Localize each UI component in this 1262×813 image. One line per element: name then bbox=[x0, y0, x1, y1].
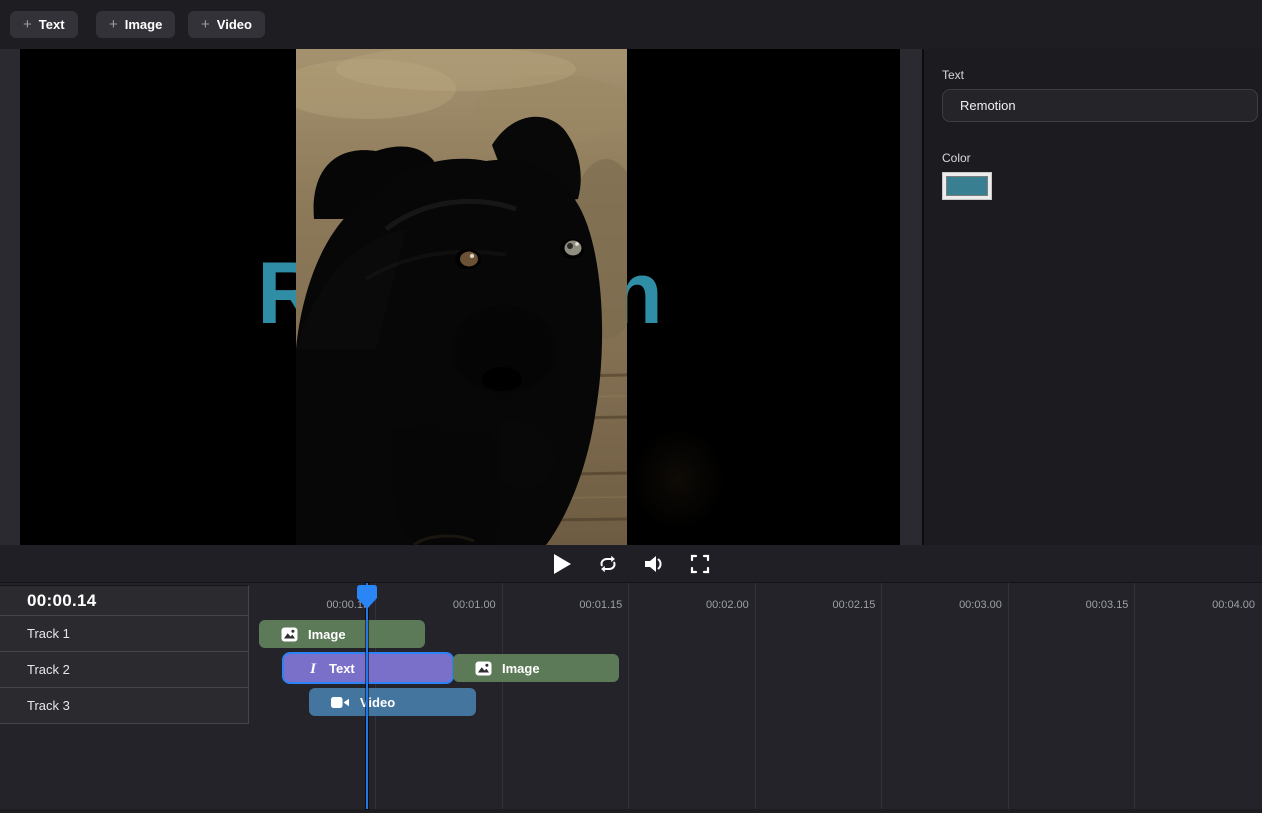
play-icon bbox=[552, 553, 572, 575]
composition-canvas: Remotion bbox=[20, 49, 900, 545]
fullscreen-button[interactable] bbox=[687, 551, 713, 577]
volume-icon bbox=[643, 553, 665, 575]
timeline-scrollbar-track[interactable] bbox=[0, 809, 1262, 813]
plus-icon: + bbox=[109, 16, 118, 33]
svg-text:I: I bbox=[309, 661, 317, 676]
add-text-label: Text bbox=[39, 17, 65, 32]
clip-label: Text bbox=[329, 661, 355, 676]
plus-icon: + bbox=[201, 16, 210, 33]
gridline bbox=[628, 583, 629, 809]
track-label-3: Track 3 bbox=[0, 688, 249, 724]
add-image-label: Image bbox=[125, 17, 163, 32]
image-icon bbox=[281, 627, 298, 642]
video-icon bbox=[331, 696, 350, 709]
playhead-line bbox=[366, 583, 368, 809]
toolbar: + Text + Image + Video bbox=[0, 0, 1262, 49]
clip-label: Image bbox=[308, 627, 346, 642]
canvas-shadow-artifact bbox=[630, 427, 726, 531]
text-icon: I bbox=[306, 660, 319, 676]
timeline-area: 00:00.14 Track 1 Track 2 Track 3 00:00.1… bbox=[0, 583, 1262, 813]
player-controls bbox=[0, 545, 1262, 583]
text-field-label: Text bbox=[942, 68, 1262, 82]
track-label-1: Track 1 bbox=[0, 616, 249, 652]
dog-photo[interactable] bbox=[296, 49, 627, 545]
clip-video[interactable]: Video bbox=[309, 688, 476, 716]
current-time-display: 00:00.14 bbox=[0, 585, 249, 616]
gridline bbox=[1008, 583, 1009, 809]
loop-button[interactable] bbox=[595, 551, 621, 577]
gridline bbox=[755, 583, 756, 809]
color-picker-swatch[interactable] bbox=[942, 172, 992, 200]
fullscreen-icon bbox=[690, 554, 710, 574]
track-label-2: Track 2 bbox=[0, 652, 249, 688]
preview-stage: Remotion bbox=[0, 49, 922, 545]
color-swatch-fill bbox=[946, 176, 988, 196]
gridline bbox=[1134, 583, 1135, 809]
add-video-button[interactable]: + Video bbox=[188, 11, 265, 38]
loop-icon bbox=[596, 553, 620, 575]
video-editor-app: + Text + Image + Video Remotion bbox=[0, 0, 1262, 813]
add-text-button[interactable]: + Text bbox=[10, 11, 78, 38]
image-icon bbox=[475, 661, 492, 676]
playhead-marker[interactable] bbox=[355, 584, 379, 610]
clip-image[interactable]: Image bbox=[259, 620, 425, 648]
gridline bbox=[502, 583, 503, 809]
play-button[interactable] bbox=[549, 551, 575, 577]
inspector-panel: Text Color bbox=[922, 49, 1262, 545]
add-video-label: Video bbox=[217, 17, 252, 32]
volume-button[interactable] bbox=[641, 551, 667, 577]
color-field-label: Color bbox=[942, 151, 1262, 165]
plus-icon: + bbox=[23, 16, 32, 33]
add-image-button[interactable]: + Image bbox=[96, 11, 175, 38]
text-value-input[interactable] bbox=[942, 89, 1258, 122]
clip-image[interactable]: Image bbox=[453, 654, 619, 682]
clip-label: Image bbox=[502, 661, 540, 676]
clip-text[interactable]: I Text bbox=[284, 654, 452, 682]
gridline bbox=[881, 583, 882, 809]
timeline-left-panel: 00:00.14 Track 1 Track 2 Track 3 bbox=[0, 585, 249, 724]
